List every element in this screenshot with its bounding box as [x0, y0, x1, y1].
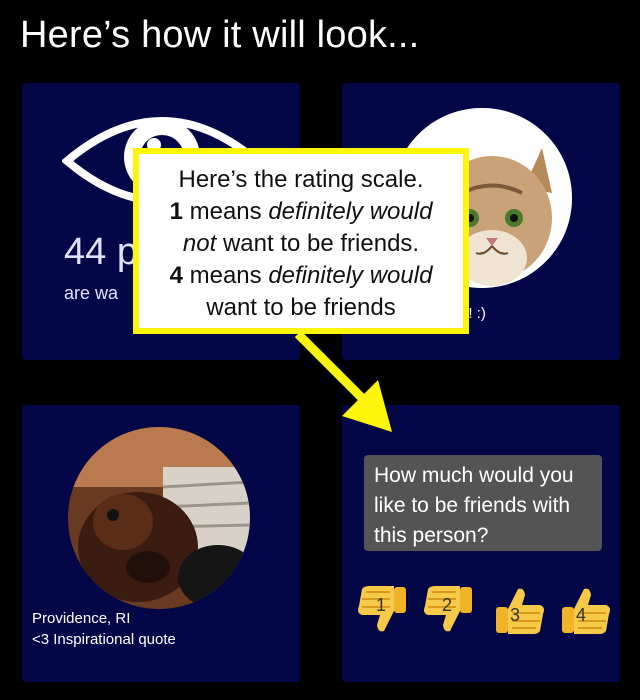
rating-scale-callout: Here’s the rating scale. 1 means definit… — [133, 148, 469, 334]
dog-bio: <3 Inspirational quote — [32, 631, 176, 648]
dog-photo — [68, 427, 250, 609]
dog-avatar — [68, 427, 250, 609]
rating-3-label: 3 — [510, 605, 521, 625]
viewer-count: 44 p — [64, 231, 138, 273]
rating-3-button[interactable]: 3 — [490, 581, 548, 639]
callout-line-4: 4 means definitely would — [169, 262, 433, 289]
rating-1-button[interactable]: 1 — [354, 581, 412, 639]
rating-4-button[interactable]: 4 — [556, 581, 614, 639]
callout-line-5: want to be friends — [206, 294, 396, 321]
arrow-icon — [294, 330, 392, 432]
callout-line-3: not want to be friends. — [182, 230, 420, 257]
rating-1-label: 1 — [376, 595, 387, 615]
page-title: Here’s how it will look... — [20, 14, 420, 56]
question-text: How much would you like to be friends wi… — [364, 455, 602, 551]
callout-line-2: 1 means definitely would — [169, 198, 433, 225]
dog-profile-card[interactable]: Providence, RI <3 Inspirational quote — [22, 405, 300, 682]
viewer-subtitle: are wa — [64, 283, 119, 303]
rating-4-label: 4 — [576, 605, 587, 625]
rating-2-label: 2 — [442, 595, 453, 615]
rating-row: 1 2 3 4 — [354, 581, 616, 641]
dog-location: Providence, RI — [32, 610, 131, 627]
callout-line-1: Here’s the rating scale. — [178, 166, 424, 193]
rating-2-button[interactable]: 2 — [420, 581, 478, 639]
